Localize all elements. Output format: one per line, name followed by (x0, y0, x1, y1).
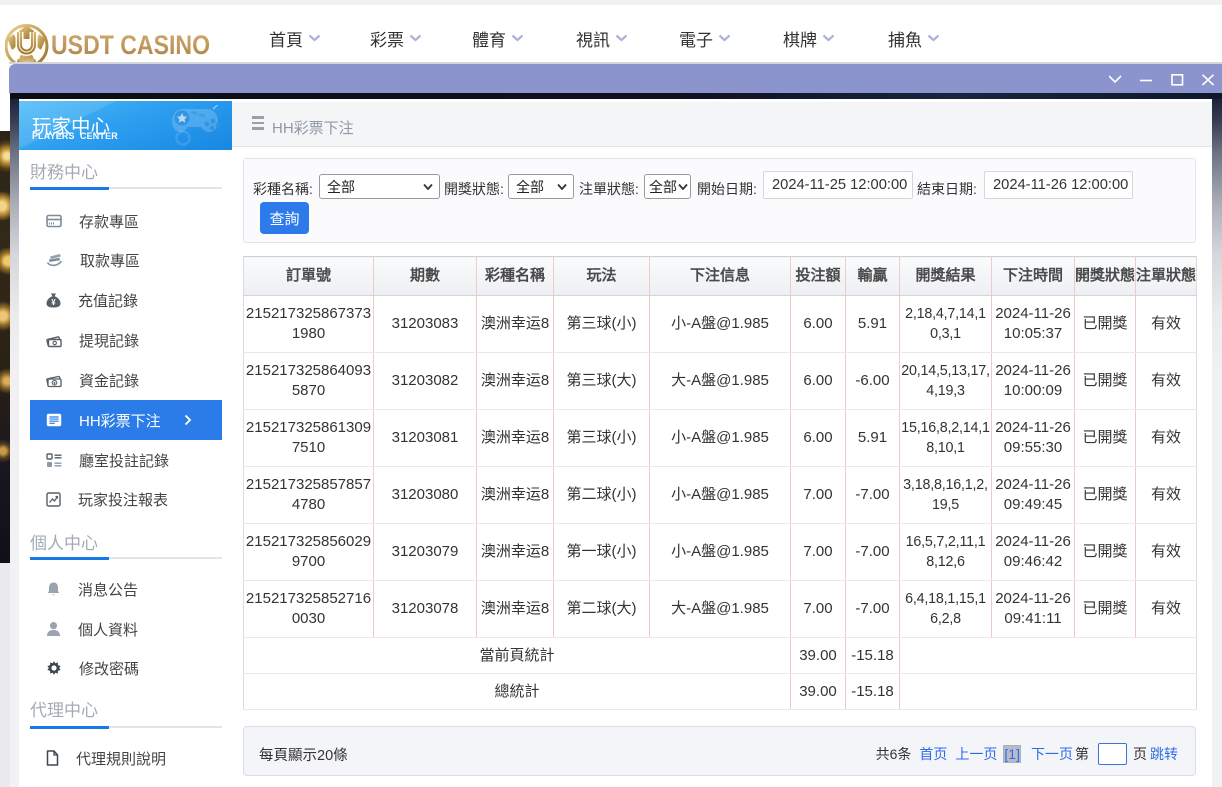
svg-text:¥: ¥ (51, 298, 56, 307)
